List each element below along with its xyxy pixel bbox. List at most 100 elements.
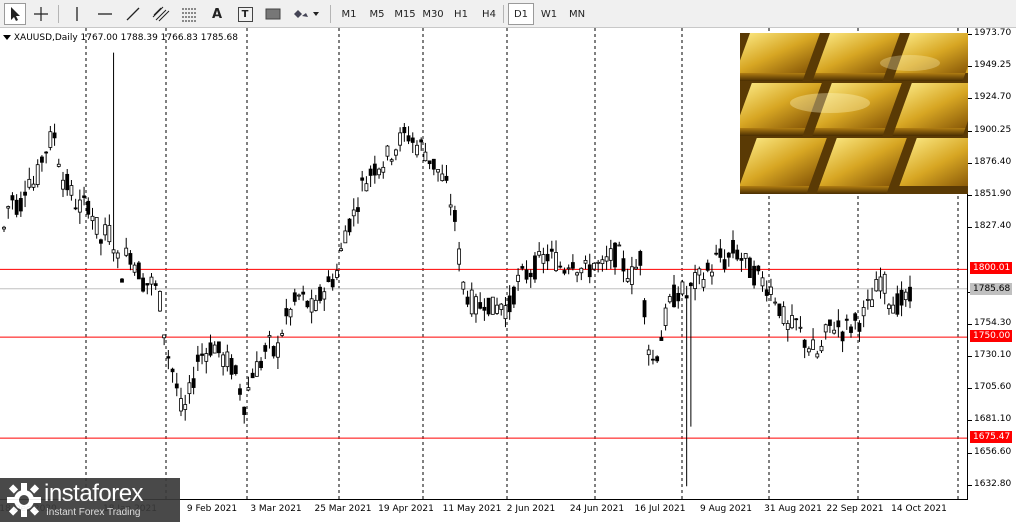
candle-body-bearish — [40, 156, 44, 163]
candle-body-bearish — [672, 284, 676, 308]
timeframe-m30-button[interactable]: M30 — [420, 3, 446, 25]
candle-body-bullish — [579, 267, 584, 274]
date-label: 14 Oct 2021 — [891, 504, 947, 514]
candle-body-bearish — [638, 251, 643, 266]
timeframe-d1-button[interactable]: D1 — [508, 3, 534, 25]
toolbar-separator — [503, 5, 504, 23]
candle-body-bearish — [465, 296, 470, 305]
vertical-line-tool-button[interactable] — [66, 3, 88, 25]
candle-body-bearish — [478, 302, 483, 309]
price-axis[interactable]: 1973.70 1949.25 1924.70 1900.25 1876.40 1851.… — [968, 28, 1016, 500]
candle-body-bearish — [360, 177, 365, 181]
candle-body-bullish — [246, 387, 251, 391]
timeframe-m15-button[interactable]: M15 — [392, 3, 418, 25]
candle-body-bearish — [511, 286, 516, 305]
trendline-tool-button[interactable] — [122, 3, 144, 25]
cursor-tool-button[interactable] — [4, 3, 26, 25]
price-tick-label: 1973.70 — [974, 28, 1012, 38]
candle-body-bearish — [621, 258, 626, 272]
candle-body-bullish — [697, 268, 702, 276]
candle-body-bullish — [634, 266, 638, 270]
candle-body-bullish — [832, 329, 837, 334]
candle-body-bullish — [103, 224, 108, 236]
candle-body-bearish — [849, 326, 853, 333]
text-tool-button[interactable]: A — [206, 3, 228, 25]
timeframe-w1-button[interactable]: W1 — [536, 3, 562, 25]
price-tick-label: 1632.80 — [974, 478, 1012, 489]
candle-body-bullish — [398, 132, 403, 146]
candle-body-bearish — [659, 337, 664, 341]
timeframe-h1-button[interactable]: H1 — [448, 3, 474, 25]
candle-body-bullish — [710, 271, 714, 277]
candle-body-bearish — [305, 300, 310, 308]
logo-name: instaforex — [44, 480, 144, 507]
date-label: 24 Jun 2021 — [569, 504, 625, 514]
candle-body-bullish — [56, 163, 61, 167]
candle-body-bearish — [195, 354, 200, 362]
price-tick-label: 1924.70 — [974, 92, 1012, 103]
level-label-middle: 1750.00 — [970, 330, 1012, 342]
horizontal-line-tool-button[interactable] — [94, 3, 116, 25]
candle-body-bullish — [701, 279, 706, 288]
candle-body-bullish — [861, 307, 866, 317]
price-tick-label: 1656.60 — [974, 446, 1012, 457]
candle-body-bullish — [212, 344, 217, 354]
candle-body-bearish — [545, 253, 550, 262]
candle-body-bearish — [613, 242, 617, 268]
level-label-upper: 1800.01 — [970, 262, 1012, 274]
timeframe-m1-button[interactable]: M1 — [336, 3, 362, 25]
candle-body-bullish — [457, 248, 462, 265]
candle-body-bullish — [865, 298, 870, 301]
price-tick-mark — [968, 420, 972, 422]
candle-body-bearish — [99, 239, 103, 244]
candle-body-bullish — [469, 289, 474, 315]
candle-body-bearish — [217, 341, 221, 354]
timeframe-h4-button[interactable]: H4 — [476, 3, 502, 25]
shapes-dropdown-button[interactable] — [290, 3, 322, 25]
candle-body-bullish — [646, 349, 651, 356]
rectangle-tool-button[interactable] — [262, 3, 284, 25]
candle-body-bearish — [18, 198, 23, 212]
candle-body-bearish — [794, 318, 799, 321]
candle-body-bearish — [562, 270, 567, 274]
candle-body-bullish — [69, 185, 74, 196]
candle-body-bearish — [402, 126, 407, 134]
candle-body-bearish — [208, 342, 213, 356]
candle-body-bullish — [393, 149, 398, 156]
price-tick-mark — [968, 323, 972, 325]
candle-body-bearish — [372, 163, 377, 176]
candle-body-bearish — [520, 266, 525, 269]
candle-body-bullish — [815, 353, 820, 358]
price-tick-mark — [968, 195, 972, 196]
text-label-tool-button[interactable]: T — [234, 3, 256, 25]
candle-body-bullish — [381, 166, 386, 173]
crosshair-tool-button[interactable] — [30, 3, 52, 25]
candle-body-bullish — [541, 254, 546, 264]
candle-body-bullish — [811, 339, 815, 350]
level-label-current: 1785.68 — [970, 283, 1012, 295]
candle-body-bearish — [356, 207, 360, 212]
candle-body-bearish — [419, 139, 424, 143]
price-tick-mark — [968, 130, 972, 132]
timeframe-m5-button[interactable]: M5 — [364, 3, 390, 25]
candle-body-bullish — [798, 326, 803, 329]
fibonacci-tool-button[interactable] — [178, 3, 200, 25]
price-tick-label: 1949.25 — [974, 60, 1012, 71]
candle-body-bearish — [166, 356, 171, 359]
vertical-line-icon — [76, 7, 78, 21]
candle-body-bearish — [735, 249, 740, 260]
candle-body-bullish — [225, 351, 230, 368]
candle-body-bullish — [77, 199, 82, 213]
date-label: 11 May 2021 — [442, 504, 502, 514]
candle-body-bearish — [739, 258, 744, 261]
candle-body-bearish — [764, 289, 769, 296]
candle-body-bullish — [179, 398, 183, 412]
candle-body-bullish — [267, 335, 272, 338]
date-label: 3 Mar 2021 — [250, 504, 302, 514]
candle-body-bullish — [35, 164, 40, 185]
gold-bars-image — [740, 33, 968, 194]
channel-tool-button[interactable] — [150, 3, 172, 25]
timeframe-mn-button[interactable]: MN — [564, 3, 590, 25]
candle-body-bullish — [288, 308, 293, 318]
candle-body-bearish — [853, 313, 858, 321]
